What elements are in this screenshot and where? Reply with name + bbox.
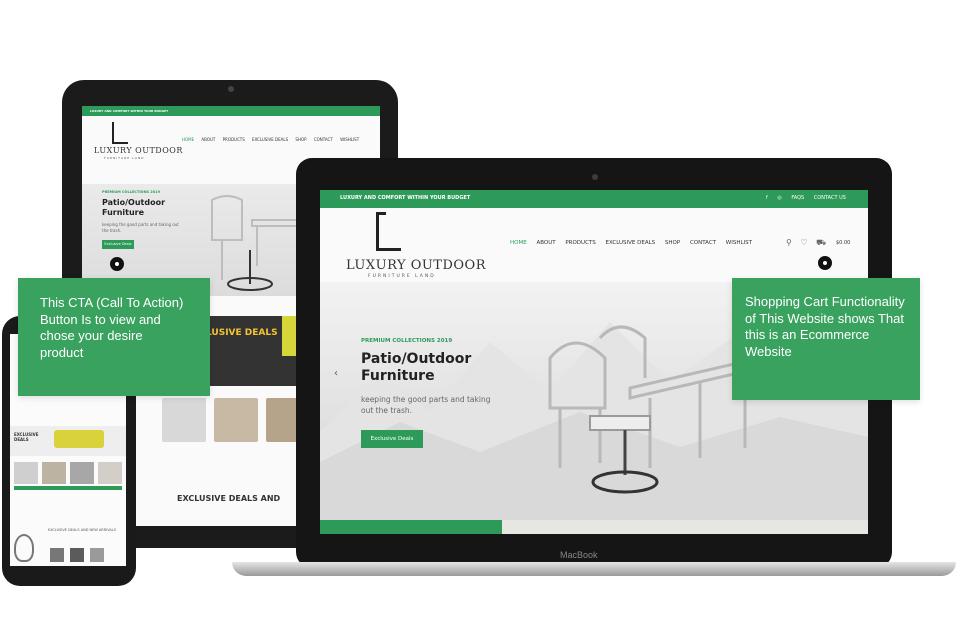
laptop-logo-text[interactable]: LUXURY OUTDOOR [346, 258, 486, 273]
hero-title: Patio/Outdoor Furniture [361, 351, 472, 384]
phone-product-b[interactable] [70, 548, 84, 562]
tablet-product-1[interactable] [162, 398, 206, 442]
tablet-nav-wishlist[interactable]: WISHLIST [340, 137, 359, 142]
tablet-product-2[interactable] [214, 398, 258, 442]
facebook-icon[interactable]: f [766, 195, 768, 201]
tablet-hero-kicker: PREMIUM COLLECTIONS 2019 [102, 190, 161, 194]
hero-subtitle: keeping the good parts and taking out th… [361, 395, 491, 415]
tablet-hero-title: Patio/Outdoor Furniture [102, 198, 166, 217]
hero-prev-arrow[interactable]: ‹ [334, 368, 338, 379]
laptop-footer-green [320, 520, 502, 534]
laptop-topbar-links: f ◎ FAQS CONTACT US [758, 195, 846, 201]
laptop-logo-mark-top [376, 212, 386, 215]
laptop-nav: HOME ABOUT PRODUCTS EXCLUSIVE DEALS SHOP… [510, 240, 760, 246]
tablet-nav-contact[interactable]: CONTACT [314, 137, 333, 142]
laptop-base [232, 562, 956, 576]
tablet-nav-products[interactable]: PRODUCTS [223, 137, 245, 142]
tablet-nav-about[interactable]: ABOUT [201, 137, 215, 142]
nav-shop[interactable]: SHOP [665, 240, 680, 246]
exclusive-deals-button[interactable]: Exclusive Deals [361, 430, 423, 448]
tablet-section-title: EXCLUSIVE DEALS AND [177, 494, 281, 503]
phone-thumb-4[interactable] [98, 462, 122, 484]
phone-thumb-1[interactable] [14, 462, 38, 484]
laptop-topbar-text: LUXURY AND COMFORT WITHIN YOUR BUDGET [340, 195, 471, 201]
laptop-brand-label: MacBook [560, 550, 598, 560]
tablet-band-text: LUSIVE DEALS [206, 328, 278, 338]
laptop-logo-mark [376, 212, 401, 251]
laptop-footer-image [502, 520, 868, 534]
cart-icon[interactable]: ⛟ [816, 238, 826, 247]
tablet-hero-subtitle: keeping the good parts and taking out th… [102, 222, 179, 233]
phone-thumb-2[interactable] [42, 462, 66, 484]
tablet-logo-text: LUXURY OUTDOOR [94, 146, 183, 155]
tablet-nav-home[interactable]: HOME [182, 137, 194, 142]
laptop-logo-sub: FURNITURE LAND [368, 274, 436, 279]
tablet-nav-deals[interactable]: EXCLUSIVE DEALS [252, 137, 288, 142]
phone-sofa-image [54, 430, 104, 448]
cart-total[interactable]: $0.00 [836, 240, 850, 246]
phone-product-c[interactable] [90, 548, 104, 562]
heart-icon[interactable]: ♡ [800, 238, 807, 247]
nav-exclusive-deals[interactable]: EXCLUSIVE DEALS [606, 240, 656, 246]
target-marker-icon [818, 256, 832, 270]
tablet-topbar: LUXURY AND COMFORT WITHIN YOUR BUDGET [82, 106, 380, 116]
tablet-logo-sub: FURNITURE LAND [104, 156, 145, 160]
topbar-link-contact-us[interactable]: CONTACT US [814, 195, 846, 201]
callout-cart: Shopping Cart Functionality of This Webs… [732, 278, 920, 400]
nav-about[interactable]: ABOUT [536, 240, 555, 246]
laptop-header-icons: ⚲ ♡ ⛟ [786, 238, 826, 248]
phone-product-a[interactable] [50, 548, 64, 562]
tablet-cta-button[interactable]: Exclusive Deals [102, 240, 134, 249]
topbar-link-faqs[interactable]: FAQS [791, 195, 804, 201]
tablet-nav: HOME ABOUT PRODUCTS EXCLUSIVE DEALS SHOP… [182, 137, 365, 142]
nav-contact[interactable]: CONTACT [690, 240, 716, 246]
tablet-nav-shop[interactable]: SHOP [295, 137, 306, 142]
tablet-logo-mark [112, 122, 128, 144]
tablet-topbar-text: LUXURY AND COMFORT WITHIN YOUR BUDGET [90, 109, 169, 113]
nav-wishlist[interactable]: WISHLIST [726, 240, 752, 246]
instagram-icon[interactable]: ◎ [777, 195, 781, 201]
phone-swing-chair [14, 534, 34, 562]
tablet-camera [228, 86, 234, 92]
search-icon[interactable]: ⚲ [786, 238, 792, 247]
tablet-chair-image [211, 195, 303, 291]
hero-kicker: PREMIUM COLLECTIONS 2019 [361, 338, 453, 344]
target-marker-icon [110, 257, 124, 271]
callout-cta: This CTA (Call To Action) Button Is to v… [18, 278, 210, 396]
phone-bottom-label: EXCLUSIVE DEALS AND NEW ARRIVALS [48, 528, 116, 532]
laptop-camera [592, 174, 598, 180]
nav-products[interactable]: PRODUCTS [565, 240, 595, 246]
nav-home[interactable]: HOME [510, 240, 527, 246]
phone-section-title: EXCLUSIVE DEALS [14, 432, 39, 442]
phone-thumb-3[interactable] [70, 462, 94, 484]
phone-green-bar [14, 486, 122, 490]
